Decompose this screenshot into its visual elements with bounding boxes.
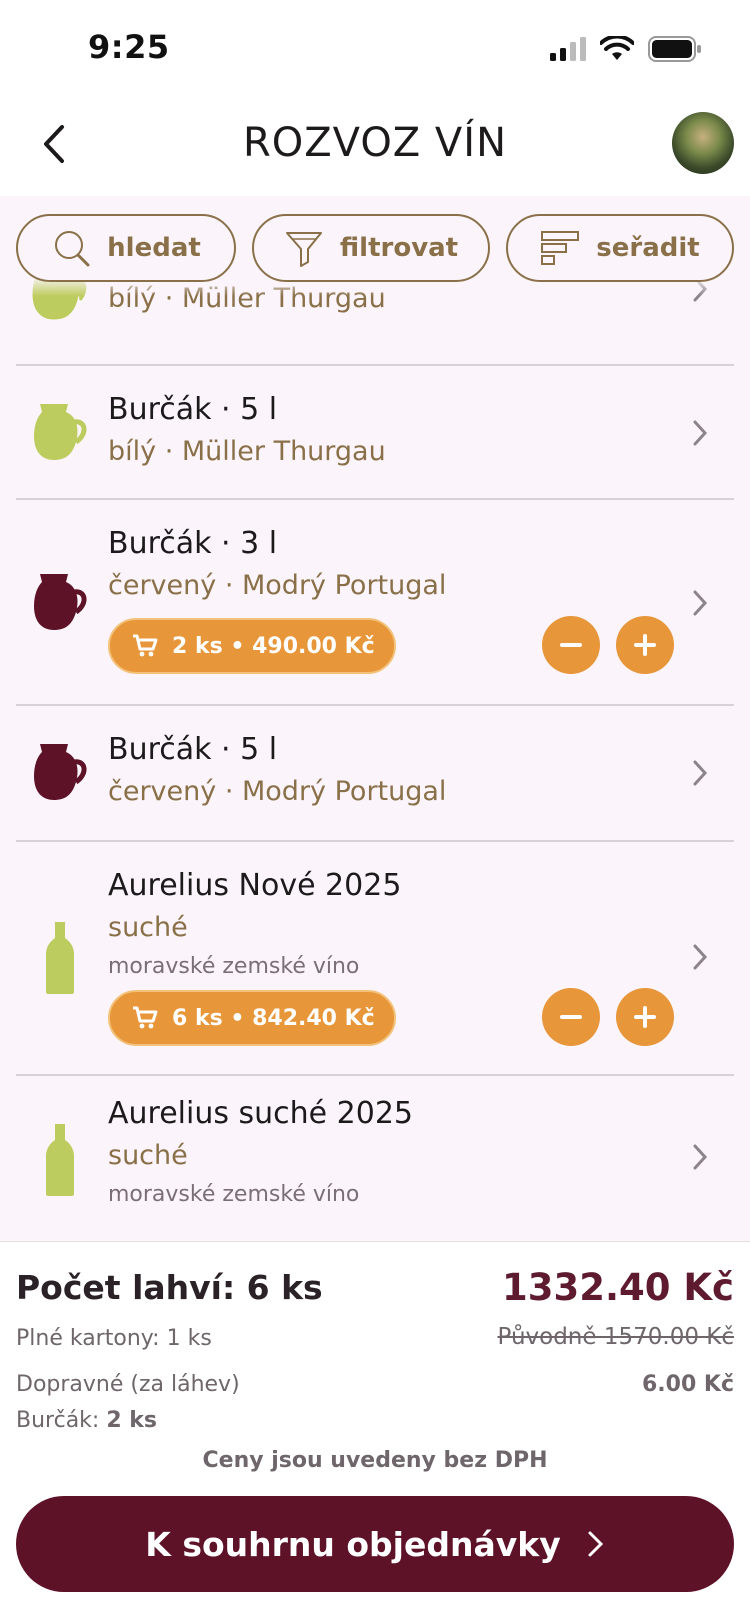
item-subtitle: suché (108, 912, 188, 943)
vat-note: Ceny jsou uvedeny bez DPH (202, 1448, 548, 1473)
cart-icon (133, 1006, 158, 1029)
list-item[interactable]: Burčák · 3 l červený · Modrý Portugal 2 … (16, 500, 734, 706)
original-price: Původně 1570.00 Kč (497, 1324, 734, 1350)
item-region: moravské zemské víno (108, 954, 360, 979)
bottle-icon (46, 922, 74, 998)
cart-quantity-pill[interactable]: 6 ks • 842.40 Kč (108, 990, 396, 1046)
plus-icon (634, 1006, 656, 1028)
search-label: hledat (107, 233, 201, 263)
search-button[interactable]: hledat (16, 214, 236, 282)
item-name: Burčák · 5 l (108, 732, 278, 767)
list-item[interactable]: Aurelius suché 2025 suché moravské zemsk… (16, 1076, 734, 1241)
battery-icon (648, 36, 701, 62)
app-header: ROZVOZ VÍN (0, 100, 750, 196)
cart-quantity-text: 2 ks • 490.00 Kč (172, 633, 375, 659)
cart-quantity-pill[interactable]: 2 ks • 490.00 Kč (108, 618, 396, 674)
page-title: ROZVOZ VÍN (242, 120, 508, 166)
item-subtitle: suché (108, 1140, 188, 1171)
item-name: Burčák · 5 l (108, 392, 278, 427)
minus-icon (560, 643, 582, 647)
funnel-icon (285, 232, 322, 267)
jug-icon (30, 738, 90, 808)
signal-icon (550, 37, 586, 61)
decrease-button[interactable] (542, 988, 600, 1046)
jug-icon (30, 568, 90, 638)
sort-icon (541, 231, 580, 265)
order-summary-label: K souhrnu objednávky (145, 1524, 561, 1564)
full-cartons: Plné kartony: 1 ks (16, 1326, 212, 1351)
filter-button[interactable]: filtrovat (252, 214, 490, 282)
order-summary: Počet lahví: 6 ks 1332.40 Kč Plné karton… (0, 1241, 750, 1623)
burcak-value: 2 ks (106, 1408, 158, 1433)
jug-icon (30, 398, 90, 468)
shipping-value: 6.00 Kč (641, 1372, 734, 1397)
total-price: 1332.40 Kč (501, 1266, 734, 1309)
chevron-right-icon (693, 1144, 708, 1170)
chevron-right-icon (693, 944, 708, 970)
wifi-icon (600, 36, 634, 60)
list-item[interactable]: Burčák · 5 l červený · Modrý Portugal (16, 706, 734, 842)
filter-label: filtrovat (339, 233, 459, 263)
burcak-label: Burčák: (16, 1408, 100, 1433)
status-bar: 9:25 (0, 0, 750, 100)
item-name: Aurelius Nové 2025 (108, 868, 402, 903)
increase-button[interactable] (616, 988, 674, 1046)
chevron-right-icon (693, 760, 708, 786)
decrease-button[interactable] (542, 616, 600, 674)
sort-label: seřadit (596, 233, 700, 263)
list-item[interactable]: Aurelius Nové 2025 suché moravské zemské… (16, 842, 734, 1076)
search-icon (55, 231, 90, 267)
item-subtitle: červený · Modrý Portugal (108, 776, 447, 807)
order-summary-button[interactable]: K souhrnu objednávky (16, 1496, 734, 1592)
shipping-label: Dopravné (za láhev) (16, 1372, 240, 1397)
item-region: moravské zemské víno (108, 1182, 360, 1207)
item-name: Aurelius suché 2025 (108, 1096, 414, 1131)
avatar[interactable] (672, 112, 734, 174)
item-subtitle: bílý · Müller Thurgau (108, 436, 386, 467)
increase-button[interactable] (616, 616, 674, 674)
status-icons (550, 36, 702, 62)
status-time: 9:25 (88, 28, 170, 66)
burcak-count: Burčák: 2 ks (16, 1408, 157, 1433)
product-list[interactable]: bílý · Müller Thurgau Burčák · 5 l bílý … (0, 196, 750, 1241)
filter-bar: hledat filtrovat seřadit (0, 196, 750, 296)
chevron-right-icon (693, 590, 708, 616)
item-subtitle: červený · Modrý Portugal (108, 570, 447, 601)
bottle-count: Počet lahví: 6 ks (16, 1268, 323, 1307)
item-name: Burčák · 3 l (108, 526, 278, 561)
cart-icon (133, 634, 158, 657)
cart-quantity-text: 6 ks • 842.40 Kč (172, 1005, 375, 1031)
sort-button[interactable]: seřadit (506, 214, 734, 282)
chevron-right-icon (693, 420, 708, 446)
list-item[interactable]: Burčák · 5 l bílý · Müller Thurgau (16, 366, 734, 500)
minus-icon (560, 1015, 582, 1019)
plus-icon (634, 634, 656, 656)
chevron-right-icon (588, 1531, 603, 1557)
bottle-icon (46, 1124, 74, 1200)
